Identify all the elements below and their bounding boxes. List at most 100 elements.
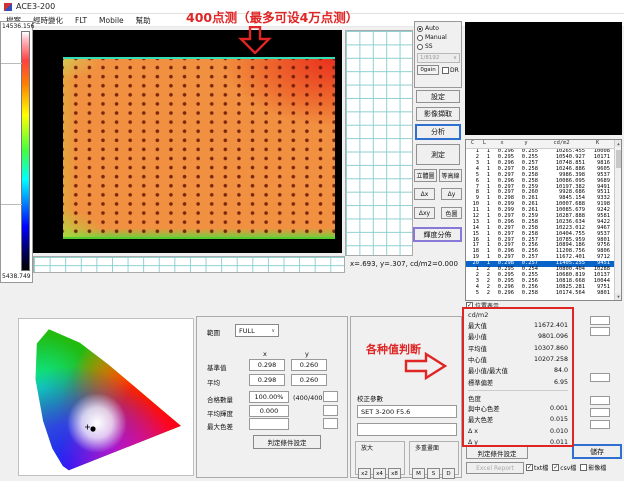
scroll-thumb[interactable] [616, 150, 621, 168]
measure-button[interactable]: 測定 [416, 144, 460, 165]
pass-count-field[interactable]: 100.00% [249, 391, 289, 403]
calibration-preset-field[interactable]: SET 3-200 F5.6 [357, 405, 457, 418]
menu-item-幫助[interactable]: 幫助 [136, 15, 151, 26]
scroll-down-button[interactable]: ▼ [615, 293, 622, 300]
stat-row: Δ x0.010 [468, 425, 568, 436]
heatmap-surface[interactable] [63, 57, 335, 239]
radio-auto[interactable]: Auto [417, 24, 460, 33]
scroll-up-button[interactable]: ▲ [615, 140, 622, 147]
table-cell: 5 [466, 291, 479, 296]
stat-side-box[interactable] [590, 373, 610, 382]
stat-row: 最大值11672.401 [468, 320, 568, 331]
colorbar-tick [1, 63, 22, 64]
reference-y-field[interactable]: 0.260 [291, 359, 327, 371]
view-3d-button[interactable]: 立體圖 [414, 169, 437, 182]
stat-label: 最小值/最大值 [468, 366, 508, 375]
gain-button[interactable]: 0gain [417, 65, 439, 75]
average-luminance-field[interactable]: 0.000 [249, 405, 289, 417]
max-color-diff-box[interactable] [323, 418, 338, 429]
stat-side-box[interactable] [590, 316, 610, 325]
stat-row: 最大色差0.015 [468, 414, 568, 425]
annotation-down-arrow-icon [238, 26, 272, 54]
table-header: CLxycd/m2K [466, 140, 621, 149]
image-capture-button[interactable]: 影像擷取 [416, 107, 460, 121]
settings-button[interactable]: 設定 [416, 90, 460, 103]
multi-screen-group: 多重畫面 MSD [409, 441, 459, 475]
table-body: 110.2960.25510265.45510008210.2950.25510… [466, 149, 615, 300]
table-row[interactable]: 520.2960.25810174.5649801 [466, 290, 615, 296]
stat-label: Δ x [468, 428, 478, 435]
delta-xy-button[interactable]: Δxy [414, 207, 435, 219]
pass-count-label: 合格數量 [207, 394, 233, 404]
stat-label: 與中心色差 [468, 404, 499, 413]
shutter-select[interactable]: 1/8192∨ [417, 53, 460, 63]
calibration-blank-field[interactable] [357, 423, 457, 436]
stat-value: 0.015 [550, 416, 568, 423]
delta-x-button[interactable]: Δx [414, 188, 435, 200]
excel-report-button[interactable]: Excel Report [466, 462, 524, 474]
zoom-x2-button[interactable]: x2 [358, 468, 371, 479]
color-map-button[interactable]: 色圖 [441, 207, 462, 219]
average-luminance-box[interactable] [323, 405, 338, 416]
zoom-x4-button[interactable]: x4 [373, 468, 386, 479]
zoom-x8-button[interactable]: x8 [388, 468, 401, 479]
gain-row: 0gain DR [417, 65, 460, 75]
stat-row: 平均值10307.860 [468, 343, 568, 354]
judge-condition-settings-button[interactable]: 判定條件設定 [466, 446, 528, 459]
stat-row: 與中心色差 0.001 [468, 403, 568, 414]
save-button[interactable]: 儲存 [572, 444, 622, 459]
dr-checkbox[interactable]: DR [442, 67, 459, 74]
stat-row: 中心值 10207.258 [468, 354, 568, 365]
delta-y-button[interactable]: Δy [441, 188, 462, 200]
pass-count-detail: (400/400) [293, 394, 325, 402]
table-cell: 2 [479, 291, 490, 296]
capture-mode-group: AutoManualSS 1/8192∨ 0gain DR [414, 21, 462, 88]
y-column-header: y [305, 350, 309, 358]
vertical-profile-grid [345, 30, 413, 256]
max-color-diff-field[interactable] [249, 418, 289, 430]
pass-count-box[interactable] [323, 391, 338, 402]
range-select[interactable]: FULL ∨ [235, 324, 279, 337]
checkbox-label: DR [450, 67, 459, 74]
annotation-top-text: 400点测（最多可设4万点测） [186, 7, 358, 26]
stat-side-box[interactable] [590, 408, 610, 417]
average-y-field[interactable]: 0.260 [291, 374, 327, 386]
multi-screen-D-button[interactable]: D [442, 468, 455, 479]
coordinate-readout: x=.693, y=.307, cd/m2=0.000 [350, 260, 458, 268]
multi-group-buttons: MSD [412, 460, 457, 479]
judge-condition-button[interactable]: 判定條件設定 [253, 435, 321, 449]
checkbox-icon [442, 67, 449, 74]
menu-item-經時變化[interactable]: 經時變化 [33, 15, 63, 26]
position-display-checkbox[interactable]: ✓ 位置表示 [466, 301, 499, 310]
average-x-field[interactable]: 0.298 [249, 374, 285, 386]
analyze-button[interactable]: 分析 [415, 124, 461, 140]
stat-side-box[interactable] [590, 396, 610, 405]
menu-item-Mobile[interactable]: Mobile [99, 16, 124, 25]
radio-icon [417, 35, 423, 41]
menu-item-FLT[interactable]: FLT [75, 16, 87, 25]
luminance-distribution-button[interactable]: 輝度分佈 [413, 227, 462, 242]
stat-value: 0.001 [550, 405, 568, 412]
stat-value: 10207.258 [534, 356, 568, 363]
stat-label: 中心值 [468, 355, 487, 364]
table-cell: 9801 [585, 291, 612, 296]
contour-button[interactable]: 等高線 [439, 169, 462, 182]
table-scrollbar[interactable]: ▲ ▼ [614, 140, 621, 300]
multi-screen-M-button[interactable]: M [412, 468, 425, 479]
checkbox-csv檔[interactable]: ✓csv檔 [552, 463, 576, 472]
colorbar-max-label: 14536.156 [2, 23, 34, 30]
zoom-group-label: 放大 [360, 443, 374, 452]
stat-side-box[interactable] [590, 327, 610, 336]
chevron-down-icon: ∨ [453, 55, 457, 61]
cie-diagram [19, 319, 195, 477]
annotation-right-arrow-icon [404, 352, 448, 380]
column-header: L [479, 141, 490, 146]
radio-ss[interactable]: SS [417, 42, 460, 51]
radio-manual[interactable]: Manual [417, 33, 460, 42]
checkbox-影像檔[interactable]: 影像檔 [580, 463, 606, 472]
multi-screen-S-button[interactable]: S [427, 468, 440, 479]
stat-side-box[interactable] [590, 420, 610, 429]
reference-x-field[interactable]: 0.298 [249, 359, 285, 371]
stat-value: 9801.096 [538, 333, 568, 340]
checkbox-txt檔[interactable]: ✓txt檔 [526, 463, 548, 472]
